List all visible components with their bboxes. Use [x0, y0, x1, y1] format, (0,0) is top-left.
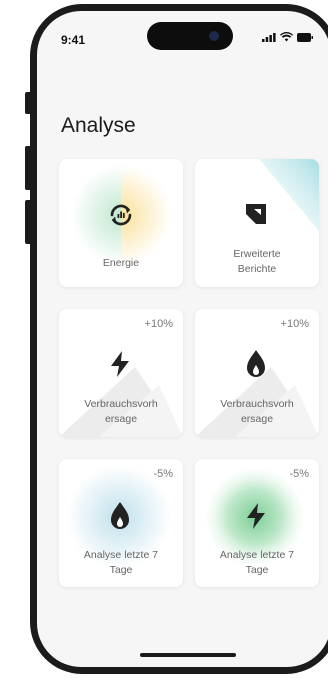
card-analyse-gas[interactable]: -5% Analyse letzte 7 Tage [59, 459, 183, 587]
card-label: Analyse letzte 7 Tage [83, 549, 159, 576]
card-label: Erweiterte Berichte [233, 248, 281, 275]
lightning-icon [111, 351, 129, 377]
page-title: Analyse [61, 114, 136, 137]
report-icon [246, 204, 266, 224]
card-erweiterte-berichte[interactable]: Erweiterte Berichte [195, 159, 319, 287]
wifi-icon [280, 32, 293, 42]
screen: 9:41 Analyse Energie Erweiterte Berichte… [37, 11, 328, 667]
camera-icon [209, 31, 219, 41]
signal-icon [262, 32, 276, 42]
lightning-icon [247, 503, 265, 529]
energy-cycle-icon [110, 204, 132, 226]
status-time: 9:41 [61, 33, 86, 47]
card-label: Verbrauchsvorh ersage [220, 398, 294, 425]
change-badge: +10% [280, 318, 309, 330]
card-label: Verbrauchsvorh ersage [84, 398, 158, 425]
gas-flame-icon [111, 502, 129, 529]
change-badge: -5% [153, 468, 173, 480]
volume-down-button [25, 200, 30, 244]
volume-up-button [25, 146, 30, 190]
status-icons [262, 32, 313, 42]
card-verbrauchsvorhersage-gas[interactable]: +10% Verbrauchsvorh ersage [195, 309, 319, 437]
gas-flame-icon [247, 350, 265, 377]
mute-switch [25, 92, 30, 114]
change-badge: +10% [144, 318, 173, 330]
card-analyse-strom[interactable]: -5% Analyse letzte 7 Tage [195, 459, 319, 587]
card-label: Analyse letzte 7 Tage [219, 549, 295, 576]
card-energie[interactable]: Energie [59, 159, 183, 287]
dynamic-island [147, 22, 233, 50]
home-indicator[interactable] [140, 653, 236, 657]
change-badge: -5% [289, 468, 309, 480]
card-verbrauchsvorhersage-strom[interactable]: +10% Verbrauchsvorh ersage [59, 309, 183, 437]
battery-icon [297, 32, 313, 42]
card-label: Energie [102, 257, 140, 269]
